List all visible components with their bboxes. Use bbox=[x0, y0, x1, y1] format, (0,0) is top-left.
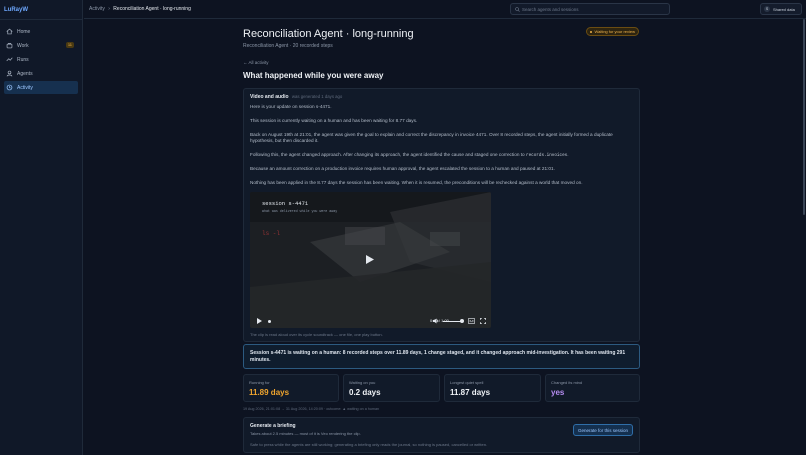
report-heading-meta: was generated 1 days ago bbox=[291, 94, 343, 99]
page-scrollbar[interactable] bbox=[802, 19, 806, 455]
breadcrumb-parent[interactable]: Activity bbox=[89, 6, 105, 12]
report-paragraph: Nothing has been applied in the 8.77 day… bbox=[250, 180, 583, 185]
sidebar-item-label: Runs bbox=[17, 56, 29, 63]
video-caption: The clip is read aloud over its cycle so… bbox=[250, 332, 383, 337]
video-scrubber[interactable] bbox=[268, 320, 271, 323]
video-title: session s-4471 bbox=[262, 200, 309, 207]
briefcase-icon bbox=[6, 42, 13, 49]
top-bar: Activity › Reconciliation Agent · long-r… bbox=[84, 0, 806, 19]
video-terminal-text: ls -l bbox=[262, 230, 281, 237]
brand-logo[interactable]: LuRayW bbox=[0, 0, 82, 19]
volume-slider-knob[interactable] bbox=[460, 319, 464, 323]
briefing-note: Safe to press while the agents are still… bbox=[250, 442, 488, 447]
update-report-card: Video and audio was generated 1 days ago… bbox=[243, 88, 640, 342]
briefing-title: Generate a briefing bbox=[250, 423, 296, 429]
code-snippet: records.invoices bbox=[525, 153, 568, 158]
fullscreen-icon[interactable] bbox=[480, 318, 486, 324]
report-paragraph: Following this, the agent changed approa… bbox=[250, 152, 634, 159]
sidebar-item-label: Activity bbox=[17, 84, 33, 91]
home-icon bbox=[6, 28, 13, 35]
report-paragraph: Back on August 19th at 21:01, the agent … bbox=[250, 132, 613, 143]
briefing-card: Generate a briefing Takes about 2.5 minu… bbox=[243, 417, 640, 453]
sidebar: LuRayW Home Work 11 Runs Agents Activity bbox=[0, 0, 83, 455]
sidebar-item-activity[interactable]: Activity bbox=[4, 81, 78, 94]
work-count-badge: 11 bbox=[65, 42, 74, 48]
history-icon bbox=[6, 84, 13, 91]
sidebar-item-label: Work bbox=[17, 42, 29, 49]
sidebar-item-agents[interactable]: Agents bbox=[4, 67, 78, 80]
report-paragraph-text: Following this, the agent changed approa… bbox=[250, 152, 525, 157]
sidebar-item-runs[interactable]: Runs bbox=[4, 53, 78, 66]
sidebar-item-home[interactable]: Home bbox=[4, 25, 78, 38]
shared-avatar: S bbox=[764, 6, 770, 12]
page-subtitle: Reconciliation Agent · 20 recorded steps bbox=[243, 43, 333, 49]
stat-value: 0.2 days bbox=[349, 388, 381, 397]
shared-data-label: Shared data bbox=[773, 6, 795, 12]
scrollbar-thumb[interactable] bbox=[803, 19, 805, 215]
search-input[interactable]: Search agents and sessions bbox=[510, 3, 670, 15]
stat-running-for: Running for 11.89 days bbox=[243, 374, 339, 402]
code-suffix: . bbox=[567, 152, 569, 157]
video-player[interactable]: session s-4471 what was delivered while … bbox=[250, 192, 491, 328]
status-badge-label: Waiting for your review bbox=[594, 29, 635, 34]
stat-changed-its-mind: Changed its mind yes bbox=[545, 374, 640, 402]
sidebar-item-label: Home bbox=[17, 28, 31, 35]
video-controls: 0:00 / 1:00 bbox=[250, 314, 491, 328]
section-title: What happened while you were away bbox=[243, 71, 384, 80]
status-badge: Waiting for your review bbox=[586, 27, 639, 36]
page-title: Reconciliation Agent · long-running bbox=[243, 28, 414, 40]
stat-label: Waiting on you bbox=[349, 380, 376, 385]
user-icon bbox=[6, 70, 13, 77]
stat-value: 11.87 days bbox=[450, 388, 491, 397]
play-overlay-icon[interactable] bbox=[366, 255, 374, 264]
all-activity-link[interactable]: ← All activity bbox=[243, 60, 269, 65]
timeline-note: 19 Aug 2026, 21:01:08 → 31 Aug 2026, 14:… bbox=[243, 407, 380, 411]
stat-waiting-on-you: Waiting on you 0.2 days bbox=[343, 374, 440, 402]
breadcrumb: Activity › Reconciliation Agent · long-r… bbox=[89, 6, 191, 12]
runs-icon bbox=[6, 56, 13, 63]
report-paragraph: Here is your update on session s-4471. bbox=[250, 104, 332, 109]
volume-icon[interactable] bbox=[433, 318, 439, 324]
stat-longest-quiet-spell: Longest quiet spell 11.87 days bbox=[444, 374, 541, 402]
stats-row: Running for 11.89 days Waiting on you 0.… bbox=[243, 374, 640, 402]
stat-label: Changed its mind bbox=[551, 380, 583, 385]
sidebar-item-work[interactable]: Work 11 bbox=[4, 39, 78, 52]
report-paragraph: Because an amount correction on a produc… bbox=[250, 166, 555, 171]
captions-icon[interactable] bbox=[468, 318, 475, 324]
search-placeholder: Search agents and sessions bbox=[522, 7, 579, 12]
stat-value: yes bbox=[551, 388, 565, 397]
session-summary: Session s-4471 is waiting on a human: 8 … bbox=[243, 344, 640, 369]
briefing-subtitle: Takes about 2.5 minutes — most of it is … bbox=[250, 431, 361, 436]
search-icon bbox=[515, 7, 520, 12]
report-heading-title: Video and audio bbox=[250, 94, 289, 100]
breadcrumb-separator: › bbox=[108, 6, 110, 12]
breadcrumb-current: Reconciliation Agent · long-running bbox=[113, 6, 191, 12]
sidebar-nav: Home Work 11 Runs Agents Activity bbox=[0, 20, 82, 100]
report-paragraph: This session is currently waiting on a h… bbox=[250, 118, 418, 123]
generate-briefing-button[interactable]: Generate for this session bbox=[572, 424, 633, 436]
stat-value: 11.89 days bbox=[249, 388, 290, 397]
report-heading: Video and audio was generated 1 days ago bbox=[250, 94, 342, 100]
status-dot-icon bbox=[590, 30, 593, 33]
video-subtitle: what was delivered while you were away bbox=[262, 209, 338, 213]
play-icon[interactable] bbox=[257, 318, 262, 324]
stat-label: Longest quiet spell bbox=[450, 380, 484, 385]
sidebar-item-label: Agents bbox=[17, 70, 33, 77]
shared-data-button[interactable]: S Shared data bbox=[760, 3, 802, 15]
stat-label: Running for bbox=[249, 380, 270, 385]
